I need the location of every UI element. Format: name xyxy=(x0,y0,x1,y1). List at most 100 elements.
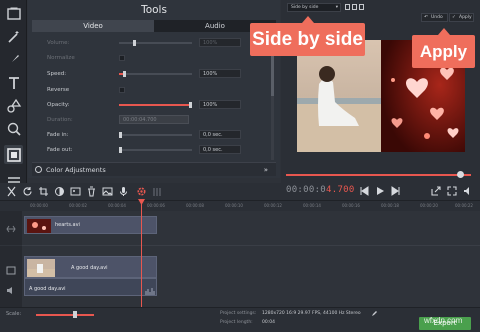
ruler-tick: 00:00:12 xyxy=(264,203,282,208)
timeline-ruler[interactable]: 00:00:00 00:00:02 00:00:04 00:00:06 00:0… xyxy=(0,200,480,211)
color-adjustments-section[interactable]: Color Adjustments » xyxy=(32,162,276,176)
clip-name: A good day.avi xyxy=(71,265,108,271)
ruler-tick: 00:00:16 xyxy=(342,203,360,208)
volume-label: Volume: xyxy=(47,40,70,46)
clip-properties-icon[interactable] xyxy=(4,145,23,164)
scale-slider[interactable] xyxy=(36,314,94,316)
dropdown-arrow-icon: ▾ xyxy=(335,5,338,10)
crop-icon[interactable] xyxy=(38,186,49,197)
rotate-icon[interactable] xyxy=(22,186,33,197)
duration-field[interactable]: 00:00:04.700 xyxy=(119,115,189,124)
speed-row: Speed: 100% xyxy=(47,68,277,80)
side-by-side-callout: Side by side xyxy=(250,16,365,56)
clip-name: hearts.avi xyxy=(55,222,80,228)
ruler-tick: 00:00:18 xyxy=(381,203,399,208)
link-icon[interactable] xyxy=(6,225,16,233)
video-track-icon[interactable] xyxy=(6,266,16,275)
fade-in-slider[interactable] xyxy=(119,132,192,138)
tools-title: Tools xyxy=(141,4,167,16)
shapes-icon[interactable] xyxy=(4,96,23,115)
clip-a-good-day-audio[interactable]: A good day.avi xyxy=(24,278,157,296)
delete-icon[interactable] xyxy=(86,186,97,197)
left-toolbar xyxy=(0,0,27,200)
fade-out-row: Fade out: 0,0 sec. xyxy=(47,144,277,156)
text-icon[interactable] xyxy=(4,73,23,92)
undo-button[interactable]: ↶ Undo xyxy=(421,13,448,22)
scale-slider-thumb[interactable] xyxy=(73,311,77,318)
reverse-label: Reverse xyxy=(47,87,70,93)
speed-slider-thumb[interactable] xyxy=(123,71,126,77)
volume-row: Volume: 100% xyxy=(47,37,277,49)
ruler-tick: 00:00:02 xyxy=(69,203,87,208)
media-icon[interactable] xyxy=(70,186,81,197)
clip-hearts[interactable]: hearts.avi xyxy=(24,216,157,234)
magic-wand-icon[interactable] xyxy=(4,27,23,46)
image-icon[interactable] xyxy=(102,186,113,197)
duration-label: Duration: xyxy=(47,117,73,123)
cut-icon[interactable] xyxy=(6,186,17,197)
waveform-icon xyxy=(145,288,155,295)
fade-in-slider-thumb[interactable] xyxy=(119,132,122,138)
layout-grid-icon[interactable] xyxy=(359,4,364,10)
fade-out-label: Fade out: xyxy=(47,147,73,153)
opacity-label: Opacity: xyxy=(47,102,70,108)
opacity-slider[interactable] xyxy=(119,102,192,108)
opacity-row: Opacity: 100% xyxy=(47,99,277,111)
play-icon[interactable] xyxy=(375,186,385,196)
settings-icon[interactable] xyxy=(136,186,147,197)
previous-icon[interactable] xyxy=(359,186,369,196)
side-by-side-select-value: Side by side xyxy=(291,5,319,10)
apply-callout: Apply xyxy=(412,28,475,68)
opacity-value[interactable]: 100% xyxy=(199,100,241,109)
brush-icon[interactable] xyxy=(4,50,23,69)
fade-out-value[interactable]: 0,0 sec. xyxy=(199,145,241,154)
volume-icon[interactable] xyxy=(463,186,473,196)
speed-value[interactable]: 100% xyxy=(199,69,241,78)
check-icon: ✓ xyxy=(452,15,456,20)
fade-out-slider-thumb[interactable] xyxy=(119,147,122,153)
clip-a-good-day-video[interactable]: A good day.avi xyxy=(24,256,157,278)
preview-seek-bar[interactable] xyxy=(286,174,471,176)
ruler-tick: 00:00:06 xyxy=(147,203,165,208)
export-frame-icon[interactable] xyxy=(431,186,441,196)
layout-split-icon[interactable] xyxy=(352,4,357,10)
volume-slider[interactable] xyxy=(119,40,192,46)
clip-thumbnail xyxy=(27,219,51,233)
preview-seek-thumb[interactable] xyxy=(457,171,464,178)
speed-slider[interactable] xyxy=(119,71,192,77)
edit-pencil-icon[interactable] xyxy=(371,310,378,317)
zoom-icon[interactable] xyxy=(4,119,23,138)
playback-controls: 00:00:04.700 xyxy=(281,182,480,200)
equalizer-icon[interactable] xyxy=(152,186,163,197)
ruler-tick: 00:00:14 xyxy=(303,203,321,208)
track-divider xyxy=(22,245,480,246)
playhead[interactable] xyxy=(141,200,142,307)
clip-thumbnail xyxy=(27,259,55,277)
color-adjustments-label: Color Adjustments xyxy=(46,166,106,174)
timecode: 00:00:04.700 xyxy=(286,185,355,195)
layout-single-icon[interactable] xyxy=(345,4,350,10)
project-length-value: 00:04 xyxy=(262,320,275,325)
fade-out-slider[interactable] xyxy=(119,147,192,153)
side-by-side-select[interactable]: Side by side ▾ xyxy=(287,3,341,12)
tab-video[interactable]: Video xyxy=(32,20,154,32)
fade-in-value[interactable]: 0,0 sec. xyxy=(199,130,241,139)
fullscreen-icon[interactable] xyxy=(447,186,457,196)
volume-value[interactable]: 100% xyxy=(199,38,241,47)
audio-track-icon[interactable] xyxy=(6,286,16,295)
opacity-slider-thumb[interactable] xyxy=(189,102,192,108)
project-settings-value: 1280x720 16:9 29.97 FPS, 44100 Hz Stereo xyxy=(262,311,361,316)
timeline-toolbar xyxy=(0,183,281,200)
ruler-tick: 00:00:20 xyxy=(420,203,438,208)
undo-label: Undo xyxy=(431,15,443,20)
microphone-icon[interactable] xyxy=(118,186,129,197)
volume-slider-thumb[interactable] xyxy=(133,40,136,46)
apply-button[interactable]: ✓ Apply xyxy=(449,13,474,22)
import-icon[interactable] xyxy=(4,4,23,23)
next-icon[interactable] xyxy=(391,186,401,196)
apply-label: Apply xyxy=(459,15,472,20)
color-icon[interactable] xyxy=(54,186,65,197)
main-track-header xyxy=(0,246,22,307)
reverse-checkbox[interactable] xyxy=(119,87,125,93)
normalize-checkbox[interactable] xyxy=(119,55,125,61)
